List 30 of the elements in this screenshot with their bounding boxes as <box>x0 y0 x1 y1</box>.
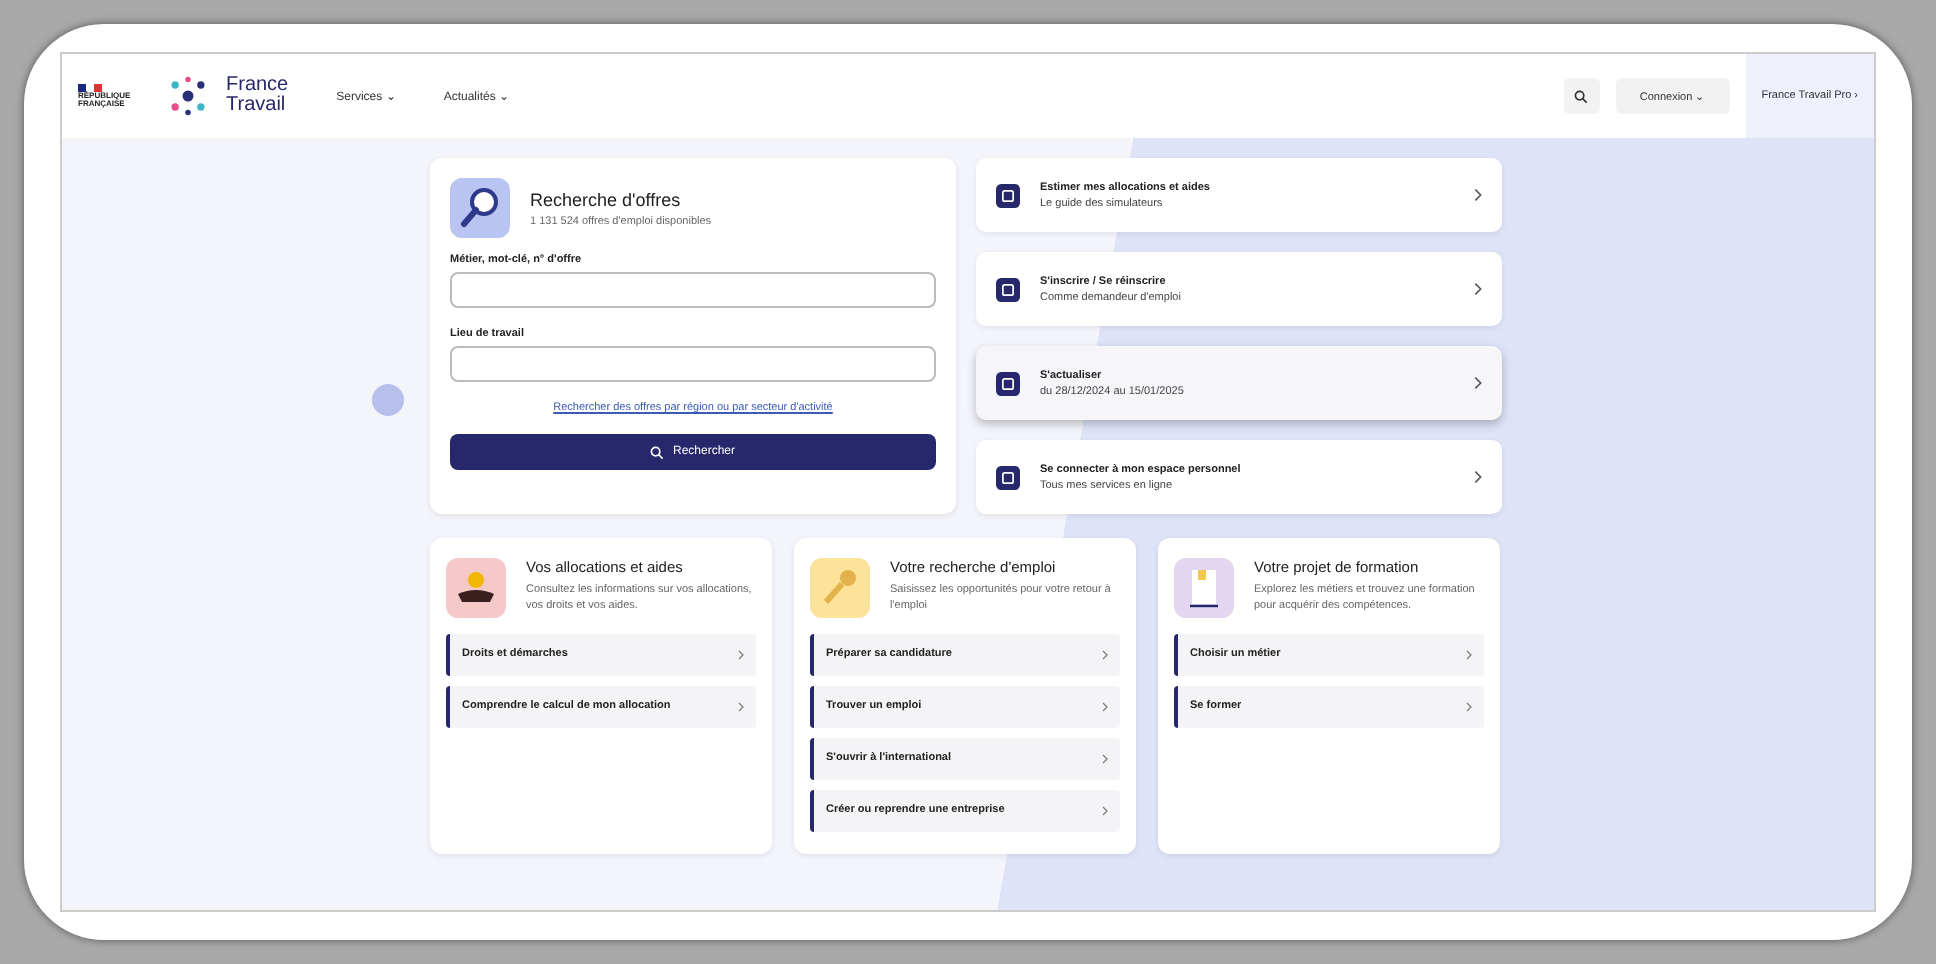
key-icon <box>810 558 870 618</box>
chevron-icon <box>738 702 744 712</box>
chevron-icon <box>1102 806 1108 816</box>
chevron-icon <box>1466 650 1472 660</box>
chevron-icon <box>1474 188 1482 202</box>
logo-text[interactable]: France Travail <box>226 76 289 116</box>
input-field[interactable] <box>450 346 936 382</box>
search-icon <box>1574 89 1589 103</box>
input-field[interactable] <box>450 272 936 308</box>
card-title: Recherche d'offres <box>530 189 683 209</box>
hand-icon <box>446 558 506 618</box>
chevron-icon <box>738 650 744 660</box>
chevron-icon <box>1102 702 1108 712</box>
square-icon <box>996 371 1020 395</box>
chevron-icon <box>1466 702 1472 712</box>
magnifier-icon <box>450 178 510 238</box>
book-icon <box>1174 558 1234 618</box>
decor-dot <box>372 384 404 416</box>
square-icon <box>996 465 1020 489</box>
chevron-icon <box>1474 470 1482 484</box>
search-icon <box>650 445 665 459</box>
chevron-icon <box>1474 282 1482 296</box>
flag-icon <box>78 83 102 92</box>
logo-icon <box>166 74 210 118</box>
square-icon <box>996 183 1020 207</box>
chevron-icon <box>1102 754 1108 764</box>
search-button[interactable] <box>1563 78 1600 114</box>
chevron-icon <box>1474 376 1482 390</box>
square-icon <box>996 277 1020 301</box>
chevron-icon <box>1102 650 1108 660</box>
